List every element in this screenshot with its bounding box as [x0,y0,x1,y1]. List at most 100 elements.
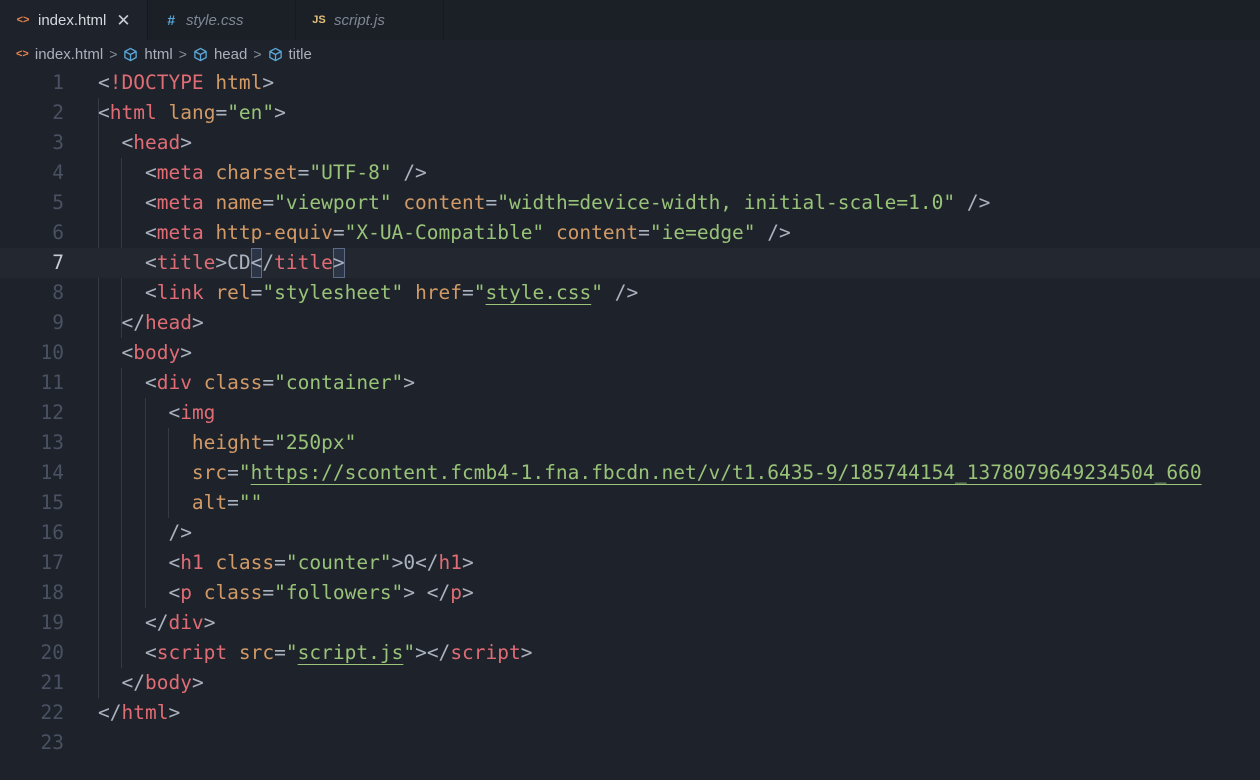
punctuation: /> [767,221,790,244]
string-value: "container" [274,371,403,394]
punctuation: < [168,401,180,424]
tab-script-js[interactable]: JSscript.js [296,0,444,40]
line-number: 3 [0,128,64,158]
attribute-name: rel [215,281,250,304]
element-tag-icon [123,47,138,62]
punctuation: < [145,251,157,274]
breadcrumb-item-head[interactable]: head [193,46,247,63]
code-line[interactable]: 5 <meta name="viewport" content="width=d… [0,188,1260,218]
html-file-icon: <> [16,14,30,26]
line-number: 10 [0,338,64,368]
code-line[interactable]: 13 height="250px" [0,428,1260,458]
code-line[interactable]: 8 <link rel="stylesheet" href="style.css… [0,278,1260,308]
link-value[interactable]: script.js [298,641,404,664]
punctuation: > [403,581,415,604]
text-content [98,671,121,694]
attribute-name: lang [168,101,215,124]
code-line[interactable]: 18 <p class="followers"> </p> [0,578,1260,608]
chevron-right-icon: > [109,46,117,62]
breadcrumb-label: index.html [35,46,103,63]
link-value[interactable]: style.css [486,281,592,304]
punctuation: > [180,131,192,154]
code-line[interactable]: 1<!DOCTYPE html> [0,68,1260,98]
attribute-name: height [192,431,262,454]
code-line[interactable]: 6 <meta http-equiv="X-UA-Compatible" con… [0,218,1260,248]
close-icon[interactable]: ✕ [116,12,130,29]
string-value: "followers" [274,581,403,604]
code-line[interactable]: 4 <meta charset="UTF-8" /> [0,158,1260,188]
punctuation: </ [415,551,438,574]
punctuation: > [204,611,216,634]
code-line[interactable]: 10 <body> [0,338,1260,368]
tag-name: body [145,671,192,694]
tab-index-html[interactable]: <>index.html✕ [0,0,148,40]
line-number: 18 [0,578,64,608]
punctuation: </ [145,611,168,634]
punctuation: < [145,641,157,664]
line-number: 1 [0,68,64,98]
breadcrumb-item-html[interactable]: html [123,46,172,63]
line-code: <body> [98,338,192,368]
line-number: 17 [0,548,64,578]
attribute-name: content [556,221,638,244]
line-number: 21 [0,668,64,698]
punctuation: > [262,71,274,94]
attribute-name: content [403,191,485,214]
punctuation: < [121,341,133,364]
line-number: 5 [0,188,64,218]
text-content [204,191,216,214]
punctuation: = [274,551,286,574]
string-value: "UTF-8" [309,161,391,184]
text-content [98,341,121,364]
code-line[interactable]: 11 <div class="container"> [0,368,1260,398]
punctuation: > [462,581,474,604]
punctuation: = [215,101,227,124]
text-content [204,551,216,574]
code-line[interactable]: 23 [0,728,1260,758]
punctuation: / [262,251,274,274]
code-line[interactable]: 19 </div> [0,608,1260,638]
line-code: <div class="container"> [98,368,415,398]
tag-name: link [157,281,204,304]
breadcrumb-item-title[interactable]: title [268,46,312,63]
tag-name: div [157,371,192,394]
attribute-name: alt [192,491,227,514]
punctuation: = [486,191,498,214]
text-content [98,551,168,574]
tab-style-css[interactable]: #style.css [148,0,296,40]
code-line[interactable]: 17 <h1 class="counter">0</h1> [0,548,1260,578]
code-line[interactable]: 3 <head> [0,128,1260,158]
text-content [955,191,967,214]
code-line[interactable]: 12 <img [0,398,1260,428]
link-value[interactable]: https://scontent.fcmb4-1.fna.fbcdn.net/v… [251,461,1202,484]
code-line[interactable]: 2<html lang="en"> [0,98,1260,128]
code-line[interactable]: 15 alt="" [0,488,1260,518]
code-line[interactable]: 7 <title>CD</title> [0,248,1260,278]
line-number: 22 [0,698,64,728]
text-content [544,221,556,244]
line-code: <meta name="viewport" content="width=dev… [98,188,990,218]
attribute-name: class [204,581,263,604]
text-content [204,221,216,244]
punctuation: > [192,671,204,694]
code-line[interactable]: 21 </body> [0,668,1260,698]
text-content [392,161,404,184]
attribute-name: src [192,461,227,484]
code-line[interactable]: 9 </head> [0,308,1260,338]
code-line[interactable]: 20 <script src="script.js"></script> [0,638,1260,668]
code-line[interactable]: 14 src="https://scontent.fcmb4-1.fna.fbc… [0,458,1260,488]
tab-label: script.js [334,12,385,29]
tag-name: meta [157,161,204,184]
line-code: <meta http-equiv="X-UA-Compatible" conte… [98,218,791,248]
breadcrumb-label: title [289,46,312,63]
breadcrumb-item-index-html[interactable]: <>index.html [16,46,103,63]
line-code: <head> [98,128,192,158]
code-editor[interactable]: 1<!DOCTYPE html>2<html lang="en">3 <head… [0,68,1260,780]
tag-name: p [180,581,192,604]
text-content [204,281,216,304]
code-line[interactable]: 16 /> [0,518,1260,548]
line-code: /> [98,518,192,548]
code-line[interactable]: 22</html> [0,698,1260,728]
tag-name: head [133,131,180,154]
punctuation: </ [121,311,144,334]
